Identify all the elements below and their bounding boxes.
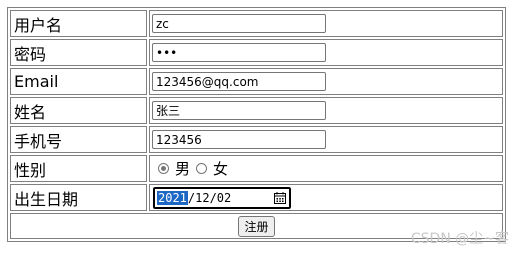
phone-label: 手机号 (10, 126, 147, 153)
date-year-segment[interactable]: 2021 (157, 190, 188, 205)
form-row-birthdate: 出生日期 2021/12/02 (10, 184, 503, 211)
date-rest-segment[interactable]: /12/02 (188, 191, 231, 205)
username-field[interactable]: zc (152, 14, 326, 33)
gender-female-radio[interactable] (196, 163, 208, 174)
form-row-username: 用户名 zc (10, 10, 503, 37)
birthdate-label: 出生日期 (10, 184, 147, 211)
gender-male-radio[interactable] (158, 163, 169, 174)
form-row-name: 姓名 张三 (10, 97, 503, 124)
password-field[interactable]: ••• (152, 43, 326, 62)
form-row-phone: 手机号 123456 (10, 126, 503, 153)
gender-label: 性别 (10, 155, 147, 182)
phone-field[interactable]: 123456 (152, 130, 326, 149)
name-label: 姓名 (10, 97, 147, 124)
form-row-password: 密码 ••• (10, 39, 503, 66)
name-field[interactable]: 张三 (152, 101, 326, 120)
calendar-icon[interactable] (273, 191, 287, 205)
gender-radio-group: 男 女 (152, 158, 502, 179)
form-row-email: Email 123456@qq.com (10, 68, 503, 95)
password-label: 密码 (10, 39, 147, 66)
email-field[interactable]: 123456@qq.com (152, 72, 326, 91)
register-button[interactable]: 注册 (238, 215, 275, 237)
gender-female-label: 女 (213, 160, 229, 178)
registration-form: 用户名 zc 密码 ••• Email 123456@qq.com 姓名 张三 … (7, 7, 506, 242)
email-label: Email (10, 68, 147, 95)
birthdate-input[interactable]: 2021/12/02 (152, 185, 292, 210)
form-row-gender: 性别 男 女 (10, 155, 503, 182)
gender-male-label: 男 (175, 160, 191, 178)
username-label: 用户名 (10, 10, 147, 37)
csdn-watermark: CSDN @尘~客 (410, 231, 509, 247)
